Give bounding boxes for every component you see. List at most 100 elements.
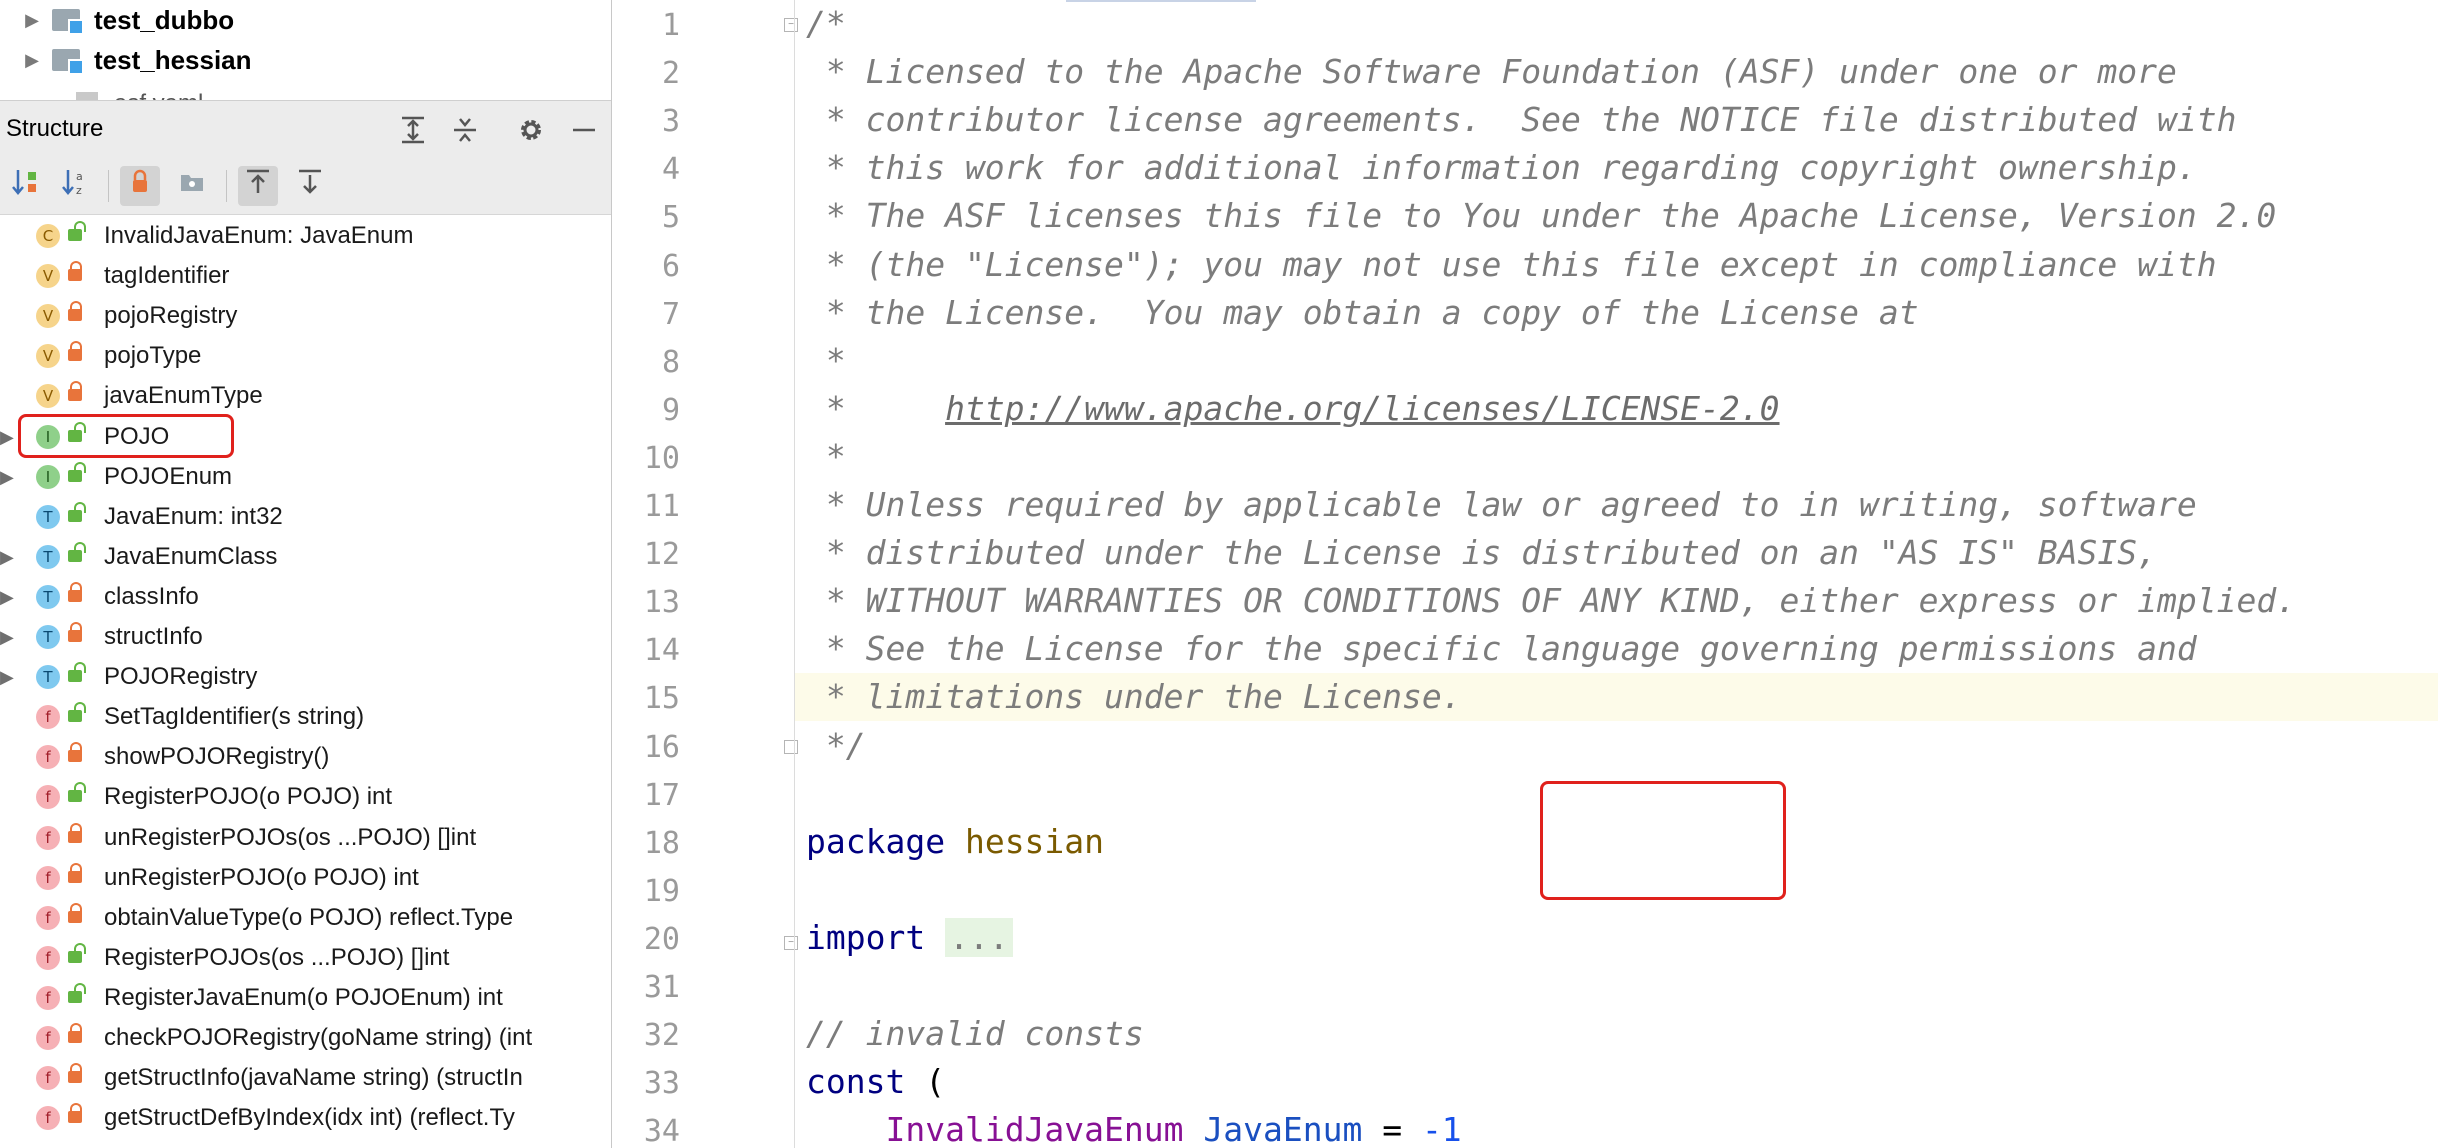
line-number: 2 bbox=[661, 56, 680, 91]
package-name: hessian bbox=[964, 822, 1105, 861]
private-visibility-icon bbox=[68, 863, 82, 887]
expand-arrow-icon[interactable]: ▶ bbox=[12, 50, 52, 71]
line-number: 31 bbox=[643, 970, 680, 1005]
code-line: * WITHOUT WARRANTIES OR CONDITIONS OF AN… bbox=[806, 581, 2296, 620]
public-visibility-icon bbox=[68, 943, 86, 967]
structure-item[interactable]: ▶ T POJORegistry bbox=[0, 657, 611, 697]
show-fields-icon[interactable] bbox=[172, 166, 212, 206]
sort-alphabetically-icon[interactable]: az bbox=[56, 166, 96, 206]
structure-item[interactable]: T JavaEnum: int32 bbox=[0, 497, 611, 537]
public-visibility-icon bbox=[68, 782, 86, 806]
kind-v-icon: V bbox=[36, 384, 60, 408]
structure-item[interactable]: f showPOJORegistry() bbox=[0, 737, 611, 777]
structure-item[interactable]: ▶ TclassInfo bbox=[0, 577, 611, 617]
expand-arrow-icon[interactable]: ▶ bbox=[0, 627, 18, 648]
structure-item[interactable]: VpojoRegistry bbox=[0, 296, 611, 336]
structure-item-label: javaEnumType bbox=[104, 382, 263, 409]
structure-item[interactable]: f getStructDefByIndex(idx int) (reflect.T… bbox=[0, 1098, 611, 1138]
structure-item[interactable]: ▶ I POJOEnum bbox=[0, 457, 611, 497]
structure-item[interactable]: C InvalidJavaEnum: JavaEnum bbox=[0, 216, 611, 256]
line-number: 6 bbox=[661, 249, 680, 284]
structure-item[interactable]: f RegisterPOJO(o POJO) int bbox=[0, 777, 611, 817]
license-link[interactable]: http://www.apache.org/licenses/LICENSE-2… bbox=[945, 389, 1779, 428]
line-number: 1 bbox=[661, 8, 680, 43]
structure-item[interactable]: VpojoType bbox=[0, 336, 611, 376]
structure-item[interactable]: f getStructInfo(javaName string) (structI… bbox=[0, 1058, 611, 1098]
structure-item[interactable]: f obtainValueType(o POJO) reflect.Type bbox=[0, 898, 611, 938]
gutter-separator bbox=[794, 0, 795, 1148]
structure-item[interactable]: f RegisterPOJOs(os ...POJO) []int bbox=[0, 938, 611, 978]
structure-item[interactable]: VjavaEnumType bbox=[0, 376, 611, 416]
scroll-marker bbox=[1066, 0, 1256, 2]
comment-text: * limitations under the License. bbox=[806, 677, 1462, 716]
private-visibility-icon bbox=[68, 823, 82, 847]
expand-arrow-icon[interactable]: ▶ bbox=[0, 467, 18, 488]
structure-item[interactable]: f SetTagIdentifier(s string) bbox=[0, 697, 611, 737]
structure-item[interactable]: f RegisterJavaEnum(o POJOEnum) int bbox=[0, 978, 611, 1018]
gear-icon[interactable] bbox=[516, 115, 546, 145]
structure-item-label: getStructDefByIndex(idx int) (reflect.Ty bbox=[104, 1104, 515, 1131]
structure-item[interactable]: ▶ T JavaEnumClass bbox=[0, 537, 611, 577]
fold-marker-icon[interactable]: − bbox=[784, 936, 798, 950]
fold-marker-icon[interactable]: − bbox=[784, 18, 798, 32]
line-number: 11 bbox=[643, 489, 680, 524]
code-line: // invalid consts bbox=[806, 1014, 1144, 1053]
private-visibility-icon bbox=[68, 301, 82, 325]
project-tree-item[interactable]: asf.yaml bbox=[0, 84, 203, 100]
collapse-all-icon[interactable] bbox=[450, 115, 480, 145]
expand-arrow-icon[interactable]: ▶ bbox=[0, 587, 18, 608]
code-line: * See the License for the specific langu… bbox=[806, 629, 2197, 668]
sort-by-visibility-icon[interactable] bbox=[6, 166, 46, 206]
line-number: 8 bbox=[661, 345, 680, 380]
autoscroll-from-source-icon[interactable] bbox=[290, 166, 330, 206]
project-tree-label: asf.yaml bbox=[114, 90, 203, 100]
comment-text: * (the "License"); you may not use this … bbox=[806, 245, 2217, 284]
keyword: import bbox=[806, 918, 926, 957]
show-non-public-icon[interactable] bbox=[120, 166, 160, 206]
code-line: * (the "License"); you may not use this … bbox=[806, 245, 2217, 284]
structure-item[interactable]: ▶ TstructInfo bbox=[0, 617, 611, 657]
code-line: import ... bbox=[806, 918, 1013, 957]
comment-text: * this work for additional information r… bbox=[806, 148, 2197, 187]
structure-item-label: pojoType bbox=[104, 342, 202, 369]
line-number: 15 bbox=[643, 681, 680, 716]
expand-arrow-icon[interactable]: ▶ bbox=[0, 427, 18, 448]
code-editor[interactable]: 1−2 3 4 5 6 7 8 9 10 11 12 13 14 15 16 17 18 19 20−31 32 33 3… bbox=[612, 0, 2438, 1148]
expand-arrow-icon[interactable]: ▶ bbox=[0, 547, 18, 568]
project-tree-item[interactable]: ▶ test_hessian bbox=[0, 40, 252, 80]
line-number: 19 bbox=[643, 874, 680, 909]
line-number: 4 bbox=[661, 152, 680, 187]
project-tree-item[interactable]: ▶ test_dubbo bbox=[0, 0, 234, 40]
line-number: 32 bbox=[643, 1018, 680, 1053]
minimize-icon[interactable] bbox=[569, 115, 599, 145]
structure-item[interactable]: f unRegisterPOJO(o POJO) int bbox=[0, 858, 611, 898]
code-line: * Unless required by applicable law or a… bbox=[806, 485, 2197, 524]
line-number: 16 bbox=[643, 730, 680, 765]
constant-name: InvalidJavaEnum bbox=[885, 1110, 1184, 1148]
code-line: package hessian bbox=[806, 822, 1104, 861]
autoscroll-to-source-icon[interactable] bbox=[238, 166, 278, 206]
expand-arrow-icon[interactable]: ▶ bbox=[12, 10, 52, 31]
fold-marker-icon[interactable] bbox=[784, 740, 798, 754]
expand-all-icon[interactable] bbox=[398, 115, 428, 145]
kind-f-icon: f bbox=[36, 705, 60, 729]
project-tree-label: test_dubbo bbox=[94, 4, 235, 35]
structure-item-label: checkPOJORegistry(goName string) (int bbox=[104, 1024, 533, 1051]
svg-text:a: a bbox=[76, 170, 83, 183]
code-line: * contributor license agreements. See th… bbox=[806, 100, 2237, 139]
structure-item[interactable]: VtagIdentifier bbox=[0, 256, 611, 296]
comment-text: * bbox=[806, 341, 846, 380]
kind-f-icon: f bbox=[36, 866, 60, 890]
private-visibility-icon bbox=[68, 582, 82, 606]
structure-item[interactable]: f unRegisterPOJOs(os ...POJO) []int bbox=[0, 818, 611, 858]
folded-imports[interactable]: ... bbox=[945, 918, 1013, 957]
structure-item[interactable]: f checkPOJORegistry(goName string) (int bbox=[0, 1018, 611, 1058]
line-number: 3 bbox=[661, 104, 680, 139]
expand-arrow-icon[interactable]: ▶ bbox=[0, 667, 18, 688]
private-visibility-icon bbox=[68, 341, 82, 365]
comment-text: * bbox=[806, 437, 846, 476]
line-number: 9 bbox=[661, 393, 680, 428]
project-tree: ▶ test_dubbo ▶ test_hessian asf.yaml bbox=[0, 0, 611, 100]
kind-f-icon: f bbox=[36, 1106, 60, 1130]
comment-text: * the License. You may obtain a copy of … bbox=[806, 293, 1919, 332]
